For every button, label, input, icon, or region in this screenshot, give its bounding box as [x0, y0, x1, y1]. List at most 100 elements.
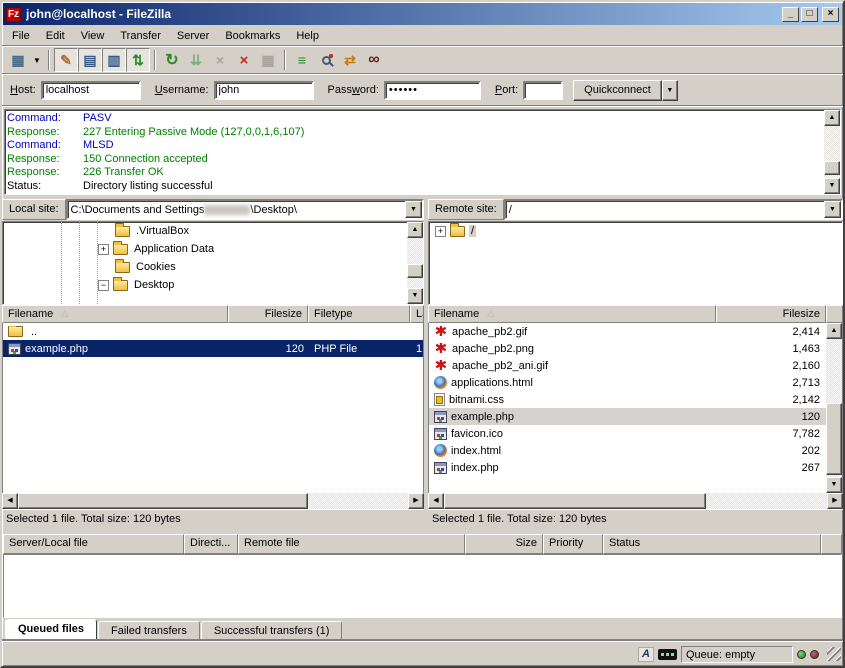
expand-icon[interactable]: +: [98, 244, 109, 255]
log-scroll-thumb[interactable]: [824, 161, 840, 175]
toggle-remote-tree-icon[interactable]: ▥: [102, 48, 126, 72]
tab-queued-files[interactable]: Queued files: [5, 619, 97, 641]
menu-server[interactable]: Server: [169, 28, 217, 44]
expand-icon[interactable]: +: [435, 226, 446, 237]
menu-edit[interactable]: Edit: [38, 28, 73, 44]
close-button[interactable]: ×: [822, 7, 839, 22]
file-row-selected[interactable]: example.php 120: [429, 408, 842, 425]
scroll-down-icon[interactable]: ▼: [826, 477, 842, 493]
menu-bookmarks[interactable]: Bookmarks: [217, 28, 288, 44]
scroll-left-icon[interactable]: ◀: [2, 493, 18, 509]
toggle-local-tree-icon[interactable]: ▤: [78, 48, 102, 72]
tree-item[interactable]: .VirtualBox: [3, 222, 423, 240]
message-log[interactable]: Command:PASV Response:227 Entering Passi…: [4, 109, 841, 195]
local-path-combobox[interactable]: C:\Documents and Settings\Desktop\ ▼: [66, 199, 424, 220]
local-hscrollbar[interactable]: ◀ ▶: [2, 493, 424, 509]
file-row[interactable]: bitnami.css 2,142: [429, 391, 842, 408]
remote-tree[interactable]: + /: [428, 221, 843, 305]
menu-transfer[interactable]: Transfer: [112, 28, 169, 44]
toggle-log-icon[interactable]: ✎: [54, 48, 78, 72]
resize-grip[interactable]: [827, 647, 841, 661]
file-row[interactable]: ✱apache_pb2_ani.gif 2,160: [429, 357, 842, 374]
column-direction[interactable]: Directi...: [184, 534, 238, 554]
tree-item[interactable]: − Desktop: [3, 276, 423, 294]
local-tree-scrollbar[interactable]: ▲ ▼: [407, 222, 423, 304]
column-filetype[interactable]: Filetype: [308, 305, 410, 323]
toolbar-separator: [154, 50, 156, 70]
column-filesize[interactable]: Filesize: [716, 305, 826, 323]
local-path-dropdown-icon[interactable]: ▼: [405, 201, 422, 218]
scroll-right-icon[interactable]: ▶: [827, 493, 843, 509]
column-last-modified[interactable]: Last modified: [410, 305, 424, 323]
username-input[interactable]: [214, 81, 314, 100]
log-scrollbar[interactable]: ▲ ▼: [824, 110, 840, 194]
scroll-up-icon[interactable]: ▲: [407, 222, 423, 238]
remote-scroll-thumb[interactable]: [826, 403, 842, 475]
maximize-button[interactable]: □: [801, 7, 818, 22]
local-tree-scroll-thumb[interactable]: [407, 264, 423, 278]
local-file-list[interactable]: .. example.php 120 PHP File 1: [2, 323, 424, 493]
menu-help[interactable]: Help: [288, 28, 327, 44]
scroll-up-icon[interactable]: ▲: [826, 323, 842, 339]
column-filename[interactable]: Filename△: [2, 305, 228, 323]
filter-icon[interactable]: ≡: [290, 48, 314, 72]
file-row-selected[interactable]: example.php 120 PHP File 1: [3, 340, 423, 357]
title-bar[interactable]: Fz john@localhost - FileZilla _ □ ×: [3, 3, 842, 25]
column-size[interactable]: Size: [465, 534, 543, 554]
site-manager-icon[interactable]: ▦: [6, 48, 30, 72]
quickconnect-button[interactable]: Quickconnect: [573, 80, 662, 101]
menu-file[interactable]: File: [4, 28, 38, 44]
file-row[interactable]: favicon.ico 7,782: [429, 425, 842, 442]
remote-file-list[interactable]: ✱apache_pb2.gif 2,414 ✱apache_pb2.png 1,…: [428, 323, 843, 493]
column-filename[interactable]: Filename△: [428, 305, 716, 323]
find-files-icon[interactable]: ∞: [362, 48, 386, 72]
file-row[interactable]: ..: [3, 323, 423, 340]
compare-icon[interactable]: [314, 48, 338, 72]
queue-list[interactable]: [3, 554, 842, 618]
password-label: Password:: [328, 84, 379, 96]
remote-hscroll-thumb[interactable]: [444, 493, 706, 509]
quickconnect-dropdown-icon[interactable]: ▼: [662, 80, 678, 101]
scroll-up-icon[interactable]: ▲: [824, 110, 840, 126]
tree-item[interactable]: + /: [429, 222, 842, 240]
scroll-down-icon[interactable]: ▼: [824, 178, 840, 194]
scroll-right-icon[interactable]: ▶: [408, 493, 424, 509]
column-filesize[interactable]: Filesize: [228, 305, 308, 323]
site-manager-dropdown-icon[interactable]: ▼: [30, 48, 44, 72]
file-row[interactable]: index.php 267: [429, 459, 842, 476]
toggle-queue-icon[interactable]: ⇅: [126, 48, 150, 72]
file-row[interactable]: ✱apache_pb2.gif 2,414: [429, 323, 842, 340]
remote-hscrollbar[interactable]: ◀ ▶: [428, 493, 843, 509]
folder-icon: [113, 244, 128, 255]
tree-item[interactable]: Cookies: [3, 258, 423, 276]
local-tree[interactable]: .VirtualBox + Application Data Cookies −…: [2, 221, 424, 305]
tree-item[interactable]: + Application Data: [3, 240, 423, 258]
remote-list-scrollbar[interactable]: ▲ ▼: [826, 323, 842, 493]
log-line: Response:150 Connection accepted: [7, 153, 822, 167]
process-queue-icon[interactable]: ⇊: [184, 48, 208, 72]
menu-view[interactable]: View: [73, 28, 113, 44]
collapse-icon[interactable]: −: [98, 280, 109, 291]
remote-path-dropdown-icon[interactable]: ▼: [824, 201, 841, 218]
file-row[interactable]: ✱apache_pb2.png 1,463: [429, 340, 842, 357]
column-remote-file[interactable]: Remote file: [238, 534, 465, 554]
remote-path-combobox[interactable]: / ▼: [504, 199, 843, 220]
file-row[interactable]: applications.html 2,713: [429, 374, 842, 391]
browser-panes: Local site: C:\Documents and Settings\De…: [2, 199, 843, 528]
sync-browsing-icon[interactable]: ⇄: [338, 48, 362, 72]
local-hscroll-thumb[interactable]: [18, 493, 308, 509]
scroll-down-icon[interactable]: ▼: [407, 288, 423, 304]
column-status[interactable]: Status: [603, 534, 821, 554]
minimize-button[interactable]: _: [782, 7, 799, 22]
column-priority[interactable]: Priority: [543, 534, 603, 554]
tab-failed-transfers[interactable]: Failed transfers: [98, 621, 200, 641]
refresh-icon[interactable]: ↻: [160, 48, 184, 72]
port-input[interactable]: [523, 81, 563, 100]
password-input[interactable]: [384, 81, 481, 100]
host-input[interactable]: [41, 81, 141, 100]
scroll-left-icon[interactable]: ◀: [428, 493, 444, 509]
tab-successful-transfers[interactable]: Successful transfers (1): [201, 621, 343, 641]
disconnect-icon[interactable]: ×: [232, 48, 256, 72]
column-server-local-file[interactable]: Server/Local file: [3, 534, 184, 554]
file-row[interactable]: index.html 202: [429, 442, 842, 459]
